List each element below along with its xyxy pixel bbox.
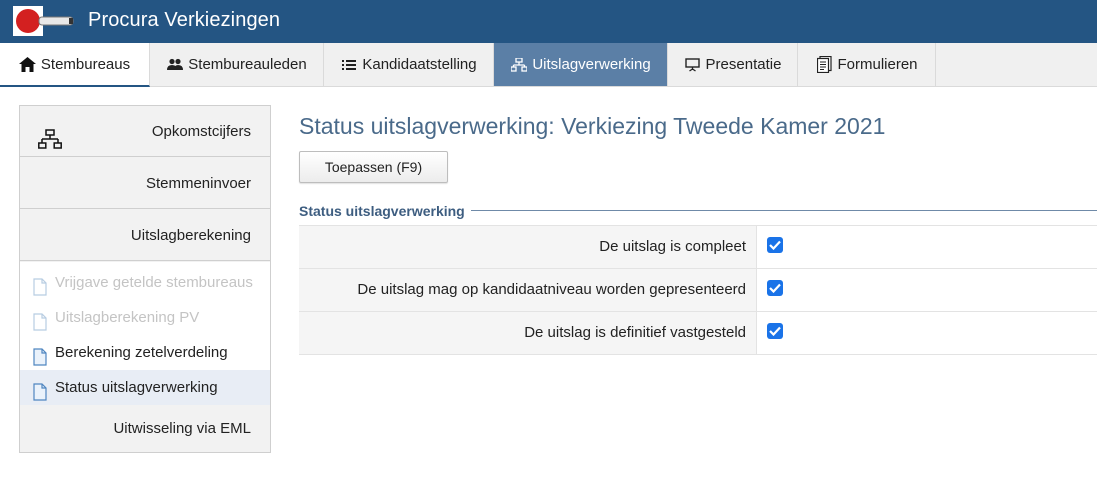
title-bar: Procura Verkiezingen	[0, 0, 1097, 43]
sidebar-item-label: Uitslagberekening	[130, 227, 251, 244]
row-label: De uitslag is compleet	[299, 226, 757, 268]
row-value	[758, 226, 1097, 268]
sidebar-submenu: Vrijgave getelde stembureaus Uitslagbere…	[20, 262, 270, 405]
checkmark-icon	[769, 240, 781, 250]
app-title: Procura Verkiezingen	[88, 9, 281, 31]
table-row: De uitslag is definitief vastgesteld	[299, 312, 1097, 355]
tab-presentatie[interactable]: Presentatie	[668, 43, 798, 86]
tab-kandidaatstelling[interactable]: Kandidaatstelling	[324, 43, 494, 86]
document-icon	[33, 274, 47, 296]
tab-label: Uitslagverwerking	[532, 56, 651, 73]
tab-label: Kandidaatstelling	[362, 56, 477, 73]
sidebar-item-label: Opkomstcijfers	[151, 123, 251, 140]
row-label: De uitslag mag op kandidaatniveau worden…	[299, 269, 757, 311]
checkbox-kandidaatniveau[interactable]	[767, 280, 783, 296]
sidebar-item-opkomstcijfers[interactable]: Opkomstcijfers	[20, 106, 270, 157]
table-row: De uitslag mag op kandidaatniveau worden…	[299, 269, 1097, 312]
submenu-item-label: Uitslagberekening PV	[55, 309, 200, 326]
row-label: De uitslag is definitief vastgesteld	[299, 312, 757, 354]
hierarchy-icon	[38, 121, 62, 149]
sidebar-item-label: Uitwisseling via EML	[113, 420, 251, 437]
tab-formulieren[interactable]: Formulieren	[798, 43, 936, 86]
document-icon	[33, 379, 47, 401]
presentation-icon	[684, 57, 702, 73]
checkmark-icon	[769, 326, 781, 336]
sidebar-item-uitwisseling-eml[interactable]: Uitwisseling via EML	[20, 403, 270, 454]
sidebar-item-label: Stemmeninvoer	[145, 175, 251, 192]
sidebar-item-stemmeninvoer[interactable]: Stemmeninvoer	[20, 158, 270, 209]
tab-label: Stembureauleden	[188, 56, 307, 73]
submenu-item-uitslagberekening-pv: Uitslagberekening PV	[20, 300, 270, 335]
tab-stembureaus[interactable]: Stembureaus	[0, 43, 150, 87]
status-table: De uitslag is compleet De uitslag mag op…	[299, 225, 1097, 355]
submenu-item-label: Berekening zetelverdeling	[55, 344, 228, 361]
people-icon	[166, 57, 184, 73]
procura-logo	[13, 6, 75, 36]
submenu-item-label: Status uitslagverwerking	[55, 379, 218, 396]
tab-stembureauleden[interactable]: Stembureauleden	[150, 43, 324, 86]
checkbox-uitslag-compleet[interactable]	[767, 237, 783, 253]
section-legend: Status uitslagverwerking	[299, 203, 471, 219]
submenu-item-vrijgave: Vrijgave getelde stembureaus	[20, 265, 270, 300]
row-value	[758, 269, 1097, 311]
apply-button[interactable]: Toepassen (F9)	[299, 151, 448, 183]
checkmark-icon	[769, 283, 781, 293]
sidebar-item-uitslagberekening[interactable]: Uitslagberekening	[20, 210, 270, 261]
submenu-item-label: Vrijgave getelde stembureaus	[55, 274, 253, 291]
submenu-item-zetelverdeling[interactable]: Berekening zetelverdeling	[20, 335, 270, 370]
document-icon	[33, 344, 47, 366]
submenu-item-status-uitslagverwerking[interactable]: Status uitslagverwerking	[20, 370, 270, 405]
sidebar: Opkomstcijfers Stemmeninvoer Uitslagbere…	[19, 105, 271, 453]
row-value	[758, 312, 1097, 354]
tab-uitslagverwerking[interactable]: Uitslagverwerking	[494, 43, 668, 86]
documents-icon	[815, 56, 833, 73]
tab-label: Presentatie	[705, 56, 782, 73]
document-icon	[33, 309, 47, 331]
page-title: Status uitslagverwerking: Verkiezing Twe…	[299, 113, 886, 139]
list-icon	[340, 57, 358, 73]
home-icon	[19, 56, 37, 72]
hierarchy-icon	[510, 57, 528, 73]
tab-label: Stembureaus	[40, 55, 131, 73]
checkbox-definitief-vastgesteld[interactable]	[767, 323, 783, 339]
tab-label: Formulieren	[837, 56, 918, 73]
top-navigation: Stembureaus Stembureauleden Kandidaatste…	[0, 43, 1097, 87]
table-row: De uitslag is compleet	[299, 226, 1097, 269]
